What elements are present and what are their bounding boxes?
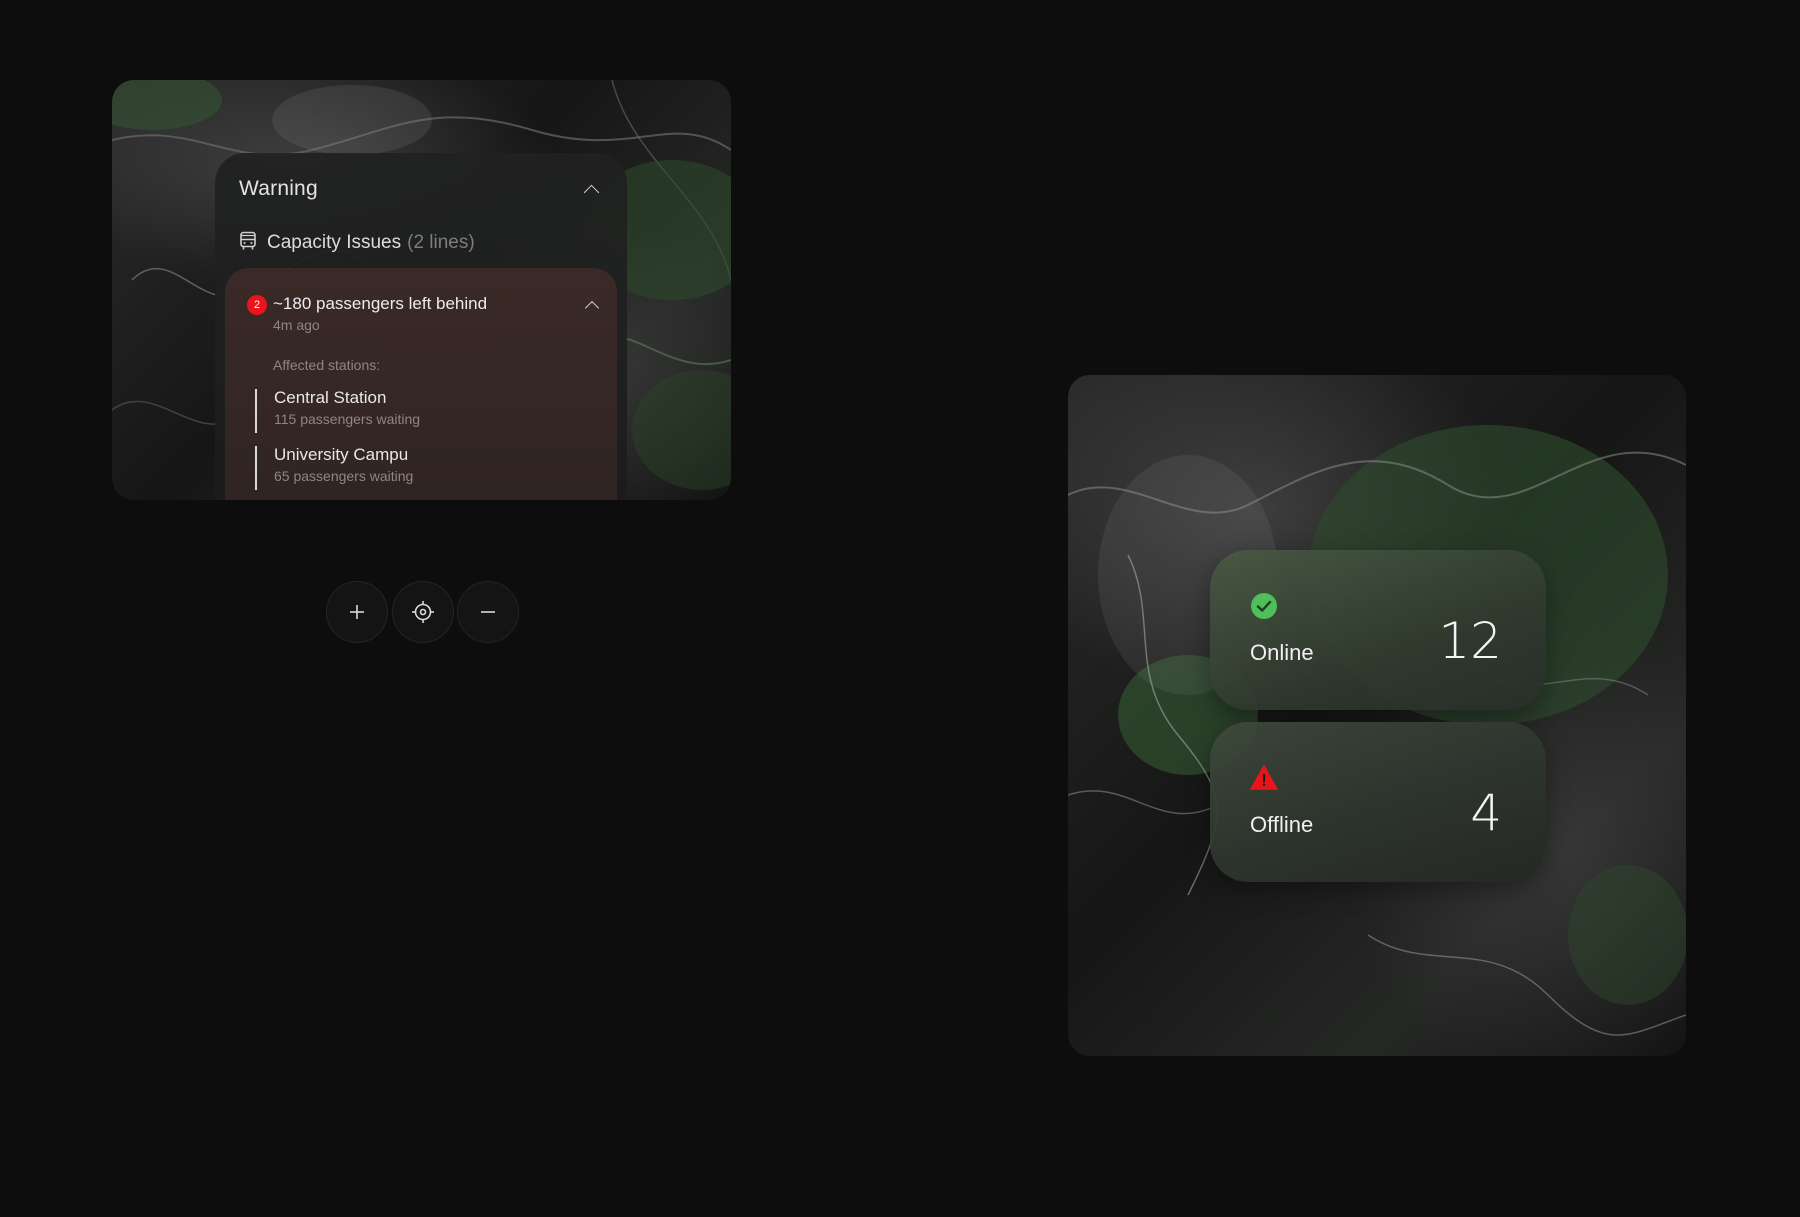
capacity-issues-count: (2 lines) (407, 232, 475, 253)
offline-count: 4 (1470, 784, 1502, 842)
check-circle-icon (1251, 593, 1277, 619)
online-status-card[interactable]: Online 12 (1210, 550, 1546, 710)
station-name: University Campu (274, 445, 409, 464)
affected-stations-label: Affected stations: (273, 357, 381, 373)
warning-title: Warning (239, 177, 318, 200)
issue-timestamp: 4m ago (273, 317, 320, 333)
warning-header[interactable]: Warning (239, 177, 603, 207)
station-item[interactable]: Central Station 115 passengers waiting (255, 388, 557, 433)
station-waiting: 115 passengers waiting (274, 411, 421, 427)
issue-title: ~180 passengers left behind (273, 294, 488, 313)
bus-icon (239, 231, 257, 256)
map-view-right[interactable] (1068, 375, 1686, 1056)
zoom-out-button[interactable] (457, 581, 519, 643)
crosshair-icon (412, 601, 434, 623)
station-waiting: 65 passengers waiting (274, 468, 414, 484)
locate-button[interactable] (392, 581, 454, 643)
plus-icon (350, 605, 364, 619)
chevron-up-icon[interactable] (584, 300, 600, 316)
capacity-issues-label: Capacity Issues (267, 232, 402, 253)
minus-icon (481, 611, 495, 613)
issue-count-badge: 2 (247, 295, 267, 315)
station-item[interactable]: University Campu 65 passengers waiting (255, 445, 557, 490)
zoom-in-button[interactable] (326, 581, 388, 643)
online-count: 12 (1438, 612, 1502, 670)
online-label: Online (1250, 640, 1314, 665)
terrain-texture (1068, 425, 1686, 1036)
warning-panel: Warning Capacity Issues (2 lines) 2 ~180… (215, 153, 627, 500)
chevron-up-icon[interactable] (583, 184, 600, 201)
offline-label: Offline (1250, 812, 1314, 837)
warning-triangle-icon (1250, 765, 1278, 790)
issue-card[interactable]: 2 ~180 passengers left behind 4m ago Aff… (225, 268, 617, 500)
offline-status-card[interactable]: Offline 4 (1210, 722, 1546, 882)
capacity-issues-row[interactable]: Capacity Issues (2 lines) (239, 230, 475, 256)
station-name: Central Station (274, 388, 387, 407)
